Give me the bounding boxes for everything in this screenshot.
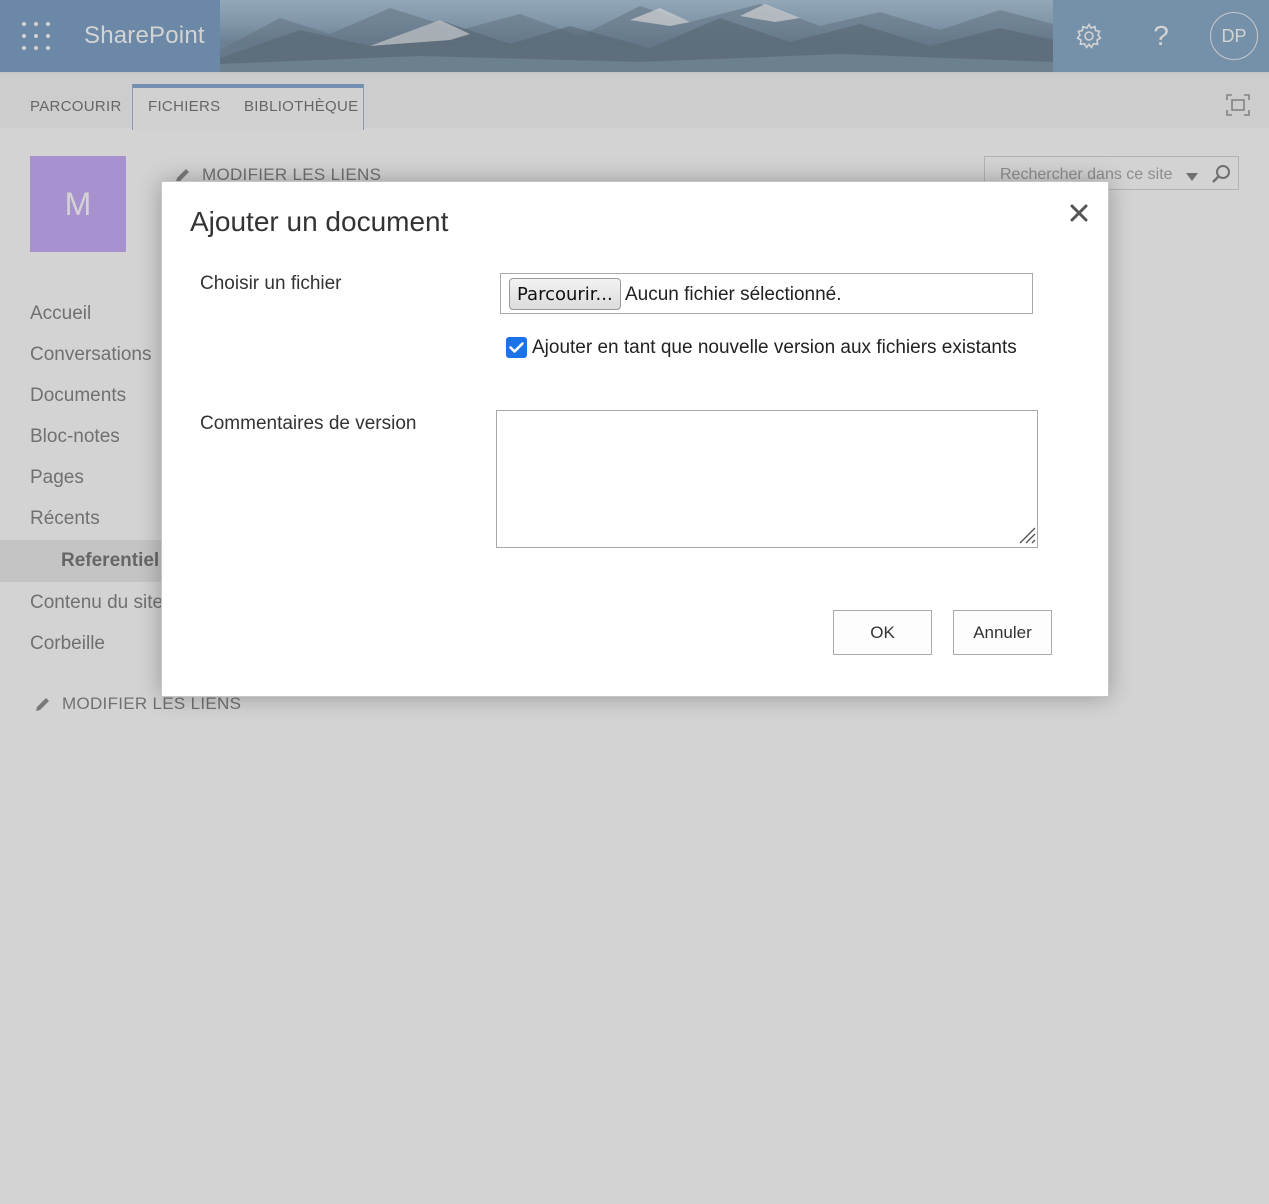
choose-file-label: Choisir un fichier <box>200 273 342 294</box>
version-comments-label: Commentaires de version <box>200 413 417 434</box>
dialog-title: Ajouter un document <box>190 206 449 237</box>
version-comments-textarea[interactable] <box>496 410 1038 548</box>
add-document-dialog: Ajouter un document Choisir un fichier P… <box>161 181 1109 697</box>
ok-button[interactable]: OK <box>833 610 932 655</box>
close-icon[interactable] <box>1068 202 1090 224</box>
browse-button[interactable]: Parcourir... <box>509 278 621 310</box>
no-file-selected-text: Aucun fichier sélectionné. <box>625 284 842 305</box>
add-as-new-version-label[interactable]: Ajouter en tant que nouvelle version aux… <box>532 337 1017 359</box>
cancel-button[interactable]: Annuler <box>953 610 1052 655</box>
file-input[interactable]: Parcourir... Aucun fichier sélectionné. <box>500 273 1033 314</box>
add-as-new-version-checkbox[interactable] <box>506 337 527 358</box>
